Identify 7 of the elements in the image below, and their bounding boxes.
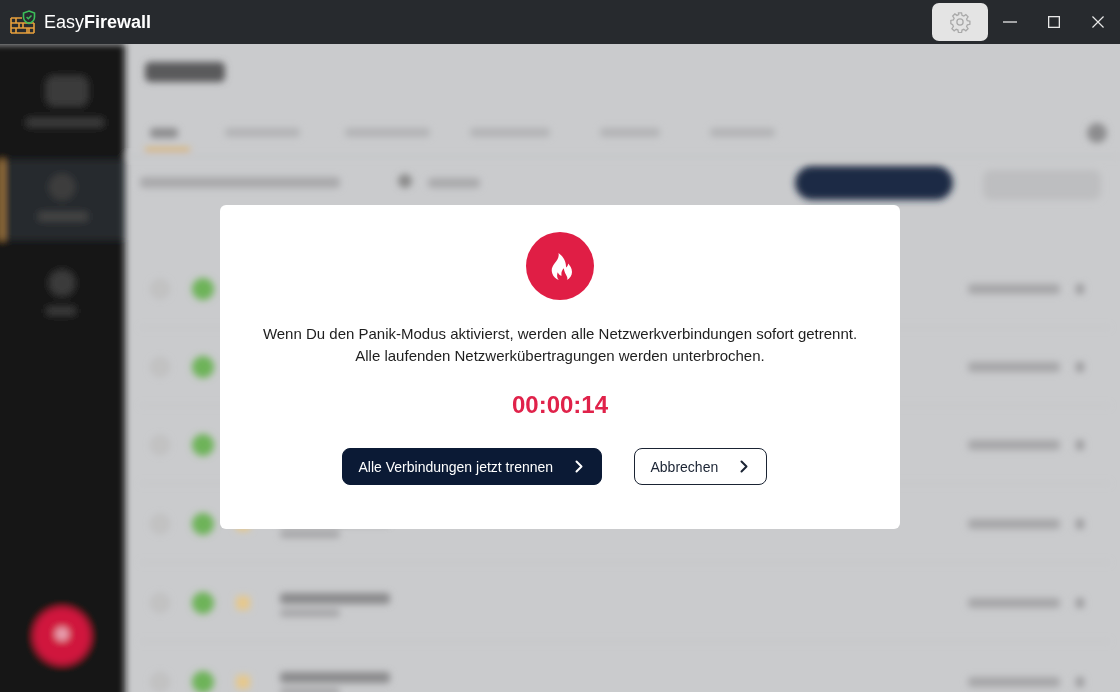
minimize-icon (1003, 21, 1017, 23)
close-icon (1092, 16, 1104, 28)
settings-icon (949, 11, 971, 33)
app-title: EasyFirewall (44, 11, 152, 33)
settings-button[interactable] (932, 3, 988, 41)
maximize-icon (1048, 16, 1060, 28)
brick-wall-shield-icon (10, 10, 36, 34)
